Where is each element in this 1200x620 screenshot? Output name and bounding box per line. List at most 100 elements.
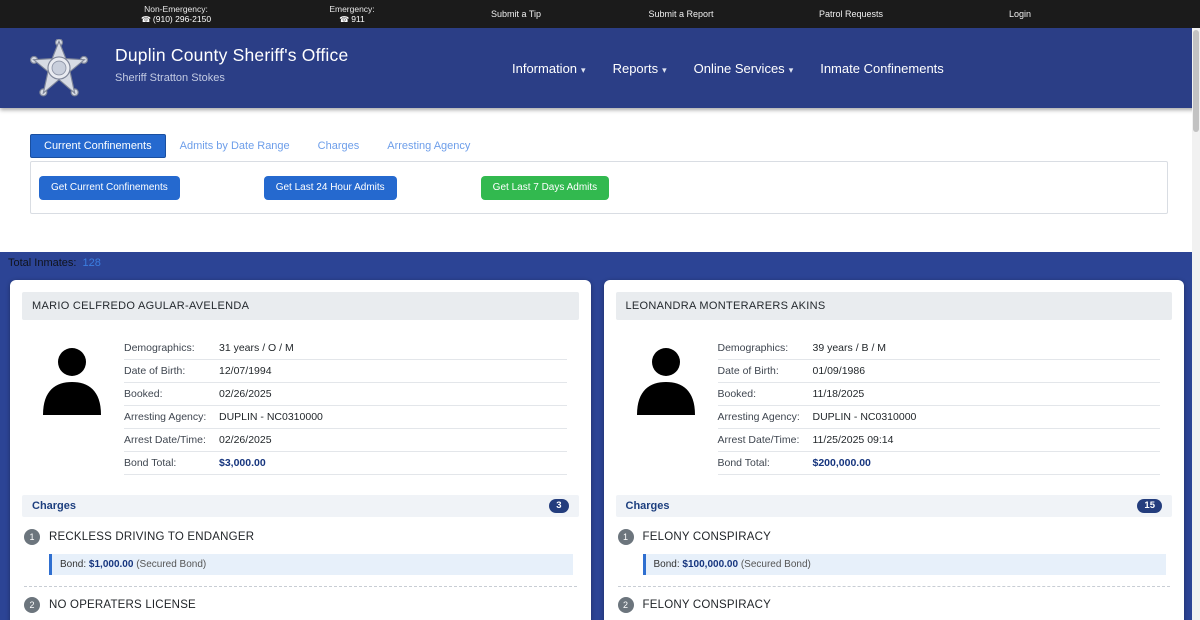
charges-count-badge: 3 — [549, 499, 569, 513]
info-row: Demographics: 39 years / B / M — [717, 337, 1160, 360]
non-emergency-number: (910) 296-2150 — [152, 14, 212, 24]
site-title: Duplin County Sheriff's Office — [115, 45, 349, 65]
emergency-contact: Emergency: ☎ 911 — [329, 4, 374, 25]
charge-item: 2 FELONY CONSPIRACY — [617, 587, 1171, 620]
info-row: Arrest Date/Time: 02/26/2025 — [124, 429, 567, 452]
nav-inmate-confinements[interactable]: Inmate Confinements — [820, 61, 944, 76]
charge-item: 1 RECKLESS DRIVING TO ENDANGER Bond: $1,… — [24, 519, 577, 587]
topbar-link-login[interactable]: Login — [1009, 9, 1031, 19]
info-row: Date of Birth: 01/09/1986 — [717, 360, 1160, 383]
inmate-details: Demographics: 31 years / O / M Date of B… — [22, 320, 579, 475]
field-value: 11/25/2025 09:14 — [812, 434, 894, 446]
topbar-link-submit-tip[interactable]: Submit a Tip — [491, 9, 541, 19]
scrollbar-thumb[interactable] — [1193, 30, 1199, 132]
charge-number: 2 — [24, 597, 40, 613]
charges-title: Charges — [32, 500, 77, 512]
bond-type: (Secured Bond) — [136, 559, 207, 570]
inmate-photo — [36, 337, 108, 415]
non-emergency-phone-link[interactable]: ☎ (910) 296-2150 — [141, 14, 211, 25]
field-label: Arrest Date/Time: — [124, 434, 206, 446]
inmate-card: LEONANDRA MONTERARERS AKINS Demographics… — [603, 280, 1184, 620]
charge-bond-box: Bond: $100,000.00 (Secured Bond) — [642, 554, 1166, 575]
inmate-info-table: Demographics: 39 years / B / M Date of B… — [717, 337, 1160, 475]
charges-count-badge: 15 — [1137, 499, 1162, 513]
charge-title: NO OPERATERS LICENSE — [49, 599, 196, 611]
field-label: Date of Birth: — [717, 365, 779, 377]
field-value: $3,000.00 — [219, 457, 266, 469]
field-value: 01/09/1986 — [812, 365, 866, 377]
sheriff-badge-logo — [30, 38, 88, 97]
field-label: Demographics: — [717, 342, 789, 354]
field-value: 12/07/1994 — [219, 365, 272, 377]
field-value: 02/26/2025 — [219, 434, 272, 446]
info-row: Bond Total: $200,000.00 — [717, 452, 1160, 475]
field-label: Arresting Agency: — [124, 411, 207, 423]
charge-number: 2 — [617, 597, 634, 613]
field-value: DUPLIN - NC0310000 — [812, 411, 917, 423]
charge-bond-box: Bond: $1,000.00 (Secured Bond) — [49, 554, 573, 575]
charge-item: 1 FELONY CONSPIRACY Bond: $100,000.00 (S… — [617, 519, 1171, 587]
nav-online-services-label: Online Services — [693, 60, 785, 76]
get-current-confinements-button[interactable]: Get Current Confinements — [39, 175, 180, 200]
inmate-card: MARIO CELFREDO AGULAR-AVELENDA Demograph… — [10, 280, 591, 620]
chevron-down-icon: ▾ — [581, 64, 586, 75]
bond-type: (Secured Bond) — [740, 559, 811, 570]
emergency-label: Emergency: — [329, 4, 375, 14]
field-label: Booked: — [717, 388, 757, 400]
nav-information[interactable]: Information ▾ — [512, 61, 586, 76]
field-label: Demographics: — [124, 342, 195, 354]
site-header: Duplin County Sheriff's Office Sheriff S… — [0, 28, 1200, 108]
tab-arresting-agency[interactable]: Arresting Agency — [373, 134, 484, 158]
bond-amount: $100,000.00 — [682, 559, 739, 570]
field-value: 11/18/2025 — [812, 388, 865, 400]
results-band: Total Inmates: 128 MARIO CELFREDO AGULAR… — [0, 252, 1200, 620]
nav-reports-label: Reports — [612, 60, 659, 76]
bond-label: Bond: — [60, 559, 87, 570]
bond-amount: $1,000.00 — [88, 559, 134, 570]
phone-icon: ☎ — [339, 15, 350, 24]
emergency-phone-link[interactable]: ☎ 911 — [329, 14, 374, 25]
topbar: Non-Emergency: ☎ (910) 296-2150 Emergency… — [0, 0, 1200, 28]
topbar-link-patrol-requests[interactable]: Patrol Requests — [819, 9, 883, 19]
phone-icon: ☎ — [140, 15, 151, 24]
charge-number: 1 — [617, 529, 634, 545]
page: Non-Emergency: ☎ (910) 296-2150 Emergency… — [0, 0, 1200, 620]
nav-information-label: Information — [512, 60, 578, 76]
content-section: Current Confinements Admits by Date Rang… — [0, 108, 1200, 252]
tab-admits-by-date-range[interactable]: Admits by Date Range — [166, 134, 304, 158]
tab-bar: Current Confinements Admits by Date Rang… — [30, 134, 484, 158]
info-row: Arrest Date/Time: 11/25/2025 09:14 — [717, 429, 1160, 452]
charges-header: Charges 3 — [22, 495, 579, 517]
info-row: Bond Total: $3,000.00 — [124, 452, 567, 475]
charge-head: 1 FELONY CONSPIRACY — [617, 529, 1171, 545]
info-row: Arresting Agency: DUPLIN - NC0310000 — [717, 406, 1160, 429]
get-last-7-days-admits-button[interactable]: Get Last 7 Days Admits — [480, 175, 610, 200]
charge-list: 1 RECKLESS DRIVING TO ENDANGER Bond: $1,… — [24, 519, 577, 620]
tab-charges[interactable]: Charges — [304, 134, 374, 158]
get-last-24-hour-admits-button[interactable]: Get Last 24 Hour Admits — [263, 175, 397, 200]
charge-number: 1 — [24, 529, 40, 545]
topbar-link-submit-report[interactable]: Submit a Report — [648, 9, 713, 19]
inmate-grid: MARIO CELFREDO AGULAR-AVELENDA Demograph… — [10, 280, 1184, 620]
charge-list: 1 FELONY CONSPIRACY Bond: $100,000.00 (S… — [617, 519, 1171, 620]
field-label: Booked: — [124, 388, 163, 400]
info-row: Date of Birth: 12/07/1994 — [124, 360, 567, 383]
nav-online-services[interactable]: Online Services ▾ — [694, 61, 794, 76]
inmate-info-table: Demographics: 31 years / O / M Date of B… — [124, 337, 567, 475]
nav-reports[interactable]: Reports ▾ — [613, 61, 667, 76]
total-inmates: Total Inmates: 128 — [8, 257, 101, 269]
field-value: 31 years / O / M — [219, 342, 294, 354]
total-inmates-label: Total Inmates: — [8, 257, 77, 269]
charge-title: FELONY CONSPIRACY — [642, 531, 771, 543]
non-emergency-contact: Non-Emergency: ☎ (910) 296-2150 — [141, 4, 211, 25]
vertical-scrollbar — [1192, 28, 1200, 620]
field-label: Arresting Agency: — [717, 411, 800, 423]
bond-label: Bond: — [653, 559, 680, 570]
tab-current-confinements[interactable]: Current Confinements — [30, 134, 166, 158]
non-emergency-label: Non-Emergency: — [144, 4, 208, 14]
field-label: Arrest Date/Time: — [717, 434, 800, 446]
field-value: 39 years / B / M — [812, 342, 887, 354]
info-row: Booked: 02/26/2025 — [124, 383, 567, 406]
field-label: Date of Birth: — [124, 365, 186, 377]
charge-head: 2 FELONY CONSPIRACY — [617, 597, 1171, 613]
